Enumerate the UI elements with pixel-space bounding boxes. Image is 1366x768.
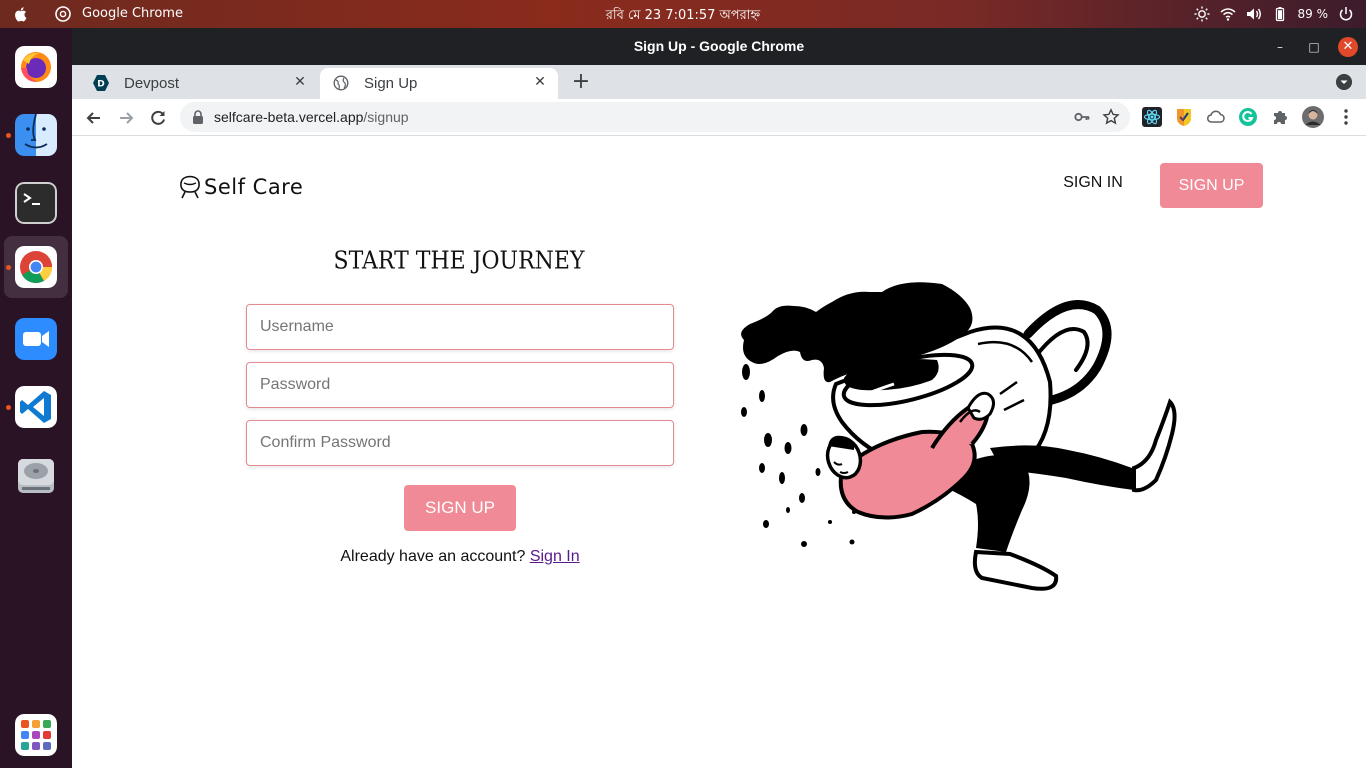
tab-sign-up[interactable]: Sign Up ✕: [320, 68, 558, 99]
tab-close-icon[interactable]: ✕: [292, 73, 308, 91]
tab-devpost[interactable]: D Devpost ✕: [80, 68, 318, 99]
vscode-icon: [15, 386, 57, 428]
system-tray[interactable]: 89 %: [1194, 5, 1355, 23]
sign-in-prompt-text: Already have an account?: [340, 548, 526, 565]
running-indicator: [6, 133, 11, 138]
window-title-bar[interactable]: Sign Up - Google Chrome – □ ✕: [72, 28, 1366, 65]
lock-icon[interactable]: [192, 110, 204, 124]
back-arrow-icon[interactable]: [84, 108, 104, 128]
username-field[interactable]: [246, 304, 674, 350]
power-menu-icon[interactable]: [1338, 6, 1354, 22]
dock-chrome[interactable]: [4, 236, 68, 298]
dock-zoom[interactable]: [4, 308, 68, 370]
password-key-icon[interactable]: [1074, 109, 1090, 125]
chrome-small-icon: [55, 6, 71, 22]
close-window-button[interactable]: ✕: [1338, 37, 1358, 57]
running-indicator: [6, 265, 11, 270]
svg-text:D: D: [97, 80, 104, 90]
maximize-button[interactable]: □: [1304, 37, 1324, 57]
forward-arrow-icon[interactable]: [116, 108, 136, 128]
page-heading: START THE JOURNEY: [333, 247, 585, 276]
running-indicator: [6, 405, 11, 410]
system-top-bar: Google Chrome রবি মে 23 7:01:57 অপরাহ্ন …: [0, 0, 1366, 28]
chrome-menu-icon[interactable]: [1336, 107, 1356, 127]
url-path: /signup: [363, 109, 409, 125]
grammarly-extension-icon[interactable]: [1238, 107, 1258, 127]
system-clock[interactable]: রবি মে 23 7:01:57 অপরাহ্ন: [606, 8, 760, 23]
wifi-icon: [1220, 8, 1235, 21]
new-tab-button[interactable]: +: [570, 71, 592, 94]
url-text: selfcare-beta.vercel.app/signup: [214, 109, 409, 125]
globe-favicon-icon: [333, 75, 349, 91]
reload-icon[interactable]: [148, 108, 168, 128]
finder-icon: [15, 114, 57, 156]
react-devtools-extension-icon[interactable]: [1142, 107, 1162, 127]
sign-in-prompt: Already have an account? Sign In: [246, 548, 674, 566]
tab-title: Devpost: [124, 75, 180, 92]
minimize-button[interactable]: –: [1270, 37, 1290, 57]
dock-finder[interactable]: [4, 104, 68, 166]
dock-vscode[interactable]: [4, 376, 68, 438]
url-host: selfcare-beta.vercel.app: [214, 109, 364, 125]
address-bar[interactable]: selfcare-beta.vercel.app/signup: [180, 102, 1130, 132]
sign-in-link[interactable]: Sign In: [530, 548, 580, 565]
dock-terminal[interactable]: [4, 172, 68, 234]
extensions-puzzle-icon[interactable]: [1270, 107, 1290, 127]
devpost-favicon-icon: D: [93, 75, 109, 91]
confirm-password-field[interactable]: [246, 420, 674, 466]
dock-disks[interactable]: [4, 444, 68, 506]
shield-extension-icon[interactable]: [1174, 107, 1194, 127]
tab-strip: D Devpost ✕ Sign Up ✕ +: [72, 65, 1366, 99]
username-input[interactable]: [247, 305, 673, 349]
zoom-icon: [15, 318, 57, 360]
terminal-icon: [15, 182, 57, 224]
coffee-cup-illustration: [741, 282, 1177, 591]
firefox-icon: [15, 46, 57, 88]
confirm-password-input[interactable]: [247, 421, 673, 465]
brand-logo[interactable]: Self Care: [178, 172, 303, 202]
chrome-window: Sign Up - Google Chrome – □ ✕ D Devpost …: [72, 28, 1366, 768]
app-grid-icon: [15, 714, 57, 756]
tab-search-icon[interactable]: [1336, 74, 1352, 90]
bookmark-star-icon[interactable]: [1102, 108, 1120, 126]
tab-title: Sign Up: [364, 75, 418, 92]
ubuntu-dock: [0, 28, 72, 768]
window-title: Sign Up - Google Chrome: [633, 38, 805, 54]
chrome-icon: [15, 246, 57, 288]
profile-avatar[interactable]: [1302, 106, 1324, 128]
password-field[interactable]: [246, 362, 674, 408]
battery-percent: 89 %: [1297, 7, 1329, 21]
nav-sign-up-button[interactable]: SIGN UP: [1160, 163, 1263, 208]
browser-toolbar: selfcare-beta.vercel.app/signup: [72, 99, 1366, 136]
dock-show-applications[interactable]: [4, 704, 68, 766]
tab-close-icon[interactable]: ✕: [532, 73, 548, 91]
brand-name: Self Care: [204, 175, 304, 199]
sign-up-submit-button[interactable]: SIGN UP: [404, 485, 516, 531]
nav-sign-in-link[interactable]: SIGN IN: [1052, 174, 1134, 192]
web-page: Self Care SIGN IN SIGN UP START THE JOUR…: [72, 136, 1366, 768]
password-input[interactable]: [247, 363, 673, 407]
battery-icon: [1275, 7, 1284, 22]
active-app-name[interactable]: Google Chrome: [82, 6, 183, 21]
brightness-icon: [1194, 6, 1209, 22]
cloud-extension-icon[interactable]: [1206, 107, 1226, 127]
apple-logo-icon[interactable]: [12, 5, 30, 23]
self-care-logo-icon: [180, 175, 200, 199]
volume-icon: [1246, 8, 1261, 20]
dock-firefox[interactable]: [4, 36, 68, 98]
disk-drive-icon: [18, 459, 54, 493]
